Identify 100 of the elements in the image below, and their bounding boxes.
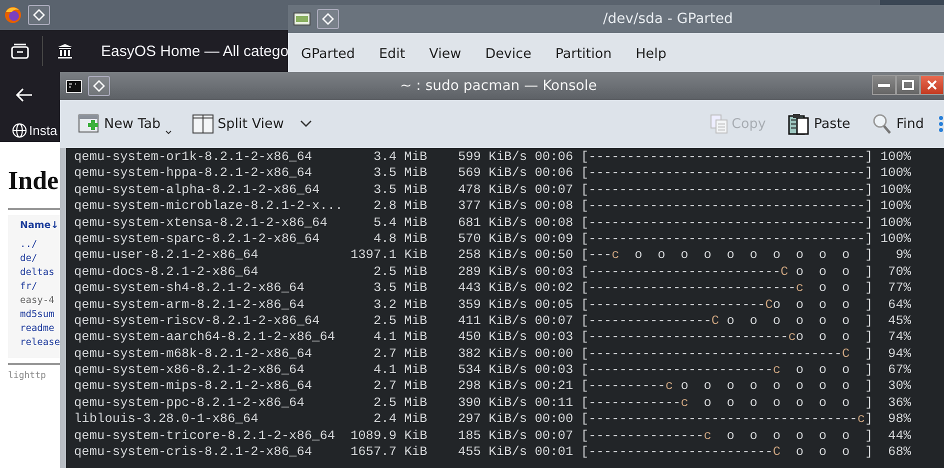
file-link[interactable]: ../ — [20, 238, 38, 252]
file-link[interactable]: md5sum — [20, 308, 54, 322]
progress-text: [------------------------------------] — [580, 214, 873, 230]
museum-icon — [57, 43, 73, 59]
percent-complete: 77% — [888, 280, 912, 296]
maximize-button[interactable] — [896, 75, 920, 95]
terminal-icon — [66, 80, 82, 92]
percent-complete: 70% — [888, 264, 912, 279]
time-left: 00:21 — [534, 378, 574, 394]
percent-complete: 74% — [888, 329, 912, 344]
progress-text: [--------------------------co o o ] — [580, 329, 873, 344]
window-menu-button[interactable] — [317, 9, 339, 29]
percent-complete: 100% — [880, 230, 912, 246]
download-size: 2.7 MiB — [373, 346, 428, 361]
split-view-icon — [192, 114, 214, 134]
download-size: 4.8 MiB — [373, 230, 428, 246]
time-left: 00:07 — [534, 182, 574, 197]
percent-complete: 36% — [888, 394, 912, 410]
download-size: 2.5 MiB — [373, 394, 428, 410]
window-menu-button[interactable] — [28, 5, 50, 25]
time-left: 00:08 — [534, 198, 574, 214]
download-size: 3.4 MiB — [373, 149, 428, 164]
diamond-icon — [33, 9, 45, 21]
download-speed: 289 KiB/s — [458, 264, 528, 279]
window-title: ~ : sudo pacman — Konsole — [400, 78, 597, 94]
download-speed: 390 KiB/s — [458, 394, 528, 410]
time-left: 00:07 — [534, 428, 574, 443]
progress-text: [---------------------------c o o ] — [580, 280, 873, 296]
progress-text: [---------------c o o o o o o ] — [580, 428, 873, 443]
menu-icon[interactable] — [938, 115, 944, 133]
menu-item[interactable]: Edit — [379, 46, 406, 62]
progress-text: [----------c o o o o o o o o ] — [580, 378, 873, 394]
time-left: 00:03 — [534, 264, 574, 279]
file-link[interactable]: fr/ — [20, 280, 38, 294]
package-name: qemu-system-hppa-8.2.1-2-x86_64 — [74, 165, 312, 180]
file-link[interactable]: release — [20, 336, 60, 350]
new-tab-icon — [78, 113, 100, 135]
download-speed: 450 KiB/s — [458, 329, 528, 344]
menu-item[interactable]: View — [429, 46, 462, 62]
download-size: 5.4 MiB — [373, 214, 428, 230]
download-size: 1089.9 KiB — [350, 428, 428, 443]
package-name: qemu-system-x86-8.2.1-2-x86_64 — [74, 362, 304, 378]
download-size: 4.1 MiB — [373, 329, 428, 344]
download-speed: 185 KiB/s — [458, 428, 528, 443]
menu-item[interactable]: GParted — [301, 46, 355, 62]
copy-icon — [710, 114, 728, 134]
package-name: qemu-system-riscv-8.2.1-2-x86_64 — [74, 312, 320, 328]
toolbar-button[interactable]: New Tab — [76, 109, 174, 139]
tab-title[interactable]: EasyOS Home — All catego — [101, 42, 289, 60]
download-size: 2.4 MiB — [373, 411, 428, 426]
menu-item[interactable]: Partition — [555, 46, 612, 62]
package-name: qemu-system-or1k-8.2.1-2-x86_64 — [74, 149, 312, 164]
percent-complete: 44% — [888, 428, 912, 443]
package-name: qemu-system-sparc-8.2.1-2-x86_64 — [74, 230, 320, 246]
caret-icon — [164, 130, 172, 135]
diamond-icon — [93, 80, 105, 92]
window-menu-button[interactable] — [88, 76, 110, 96]
file-link[interactable]: readme — [20, 322, 54, 336]
time-left: 00:02 — [534, 280, 574, 296]
toolbar-button[interactable]: Find — [870, 109, 926, 139]
percent-complete: 100% — [880, 149, 912, 164]
menu-item[interactable]: Help — [636, 46, 666, 62]
toolbar-button[interactable]: Split View — [190, 110, 314, 138]
column-header[interactable]: Name↓ — [20, 219, 59, 233]
bookmark-item[interactable]: Insta — [29, 122, 58, 138]
progress-text: [------------------------C o o o ] — [580, 444, 873, 460]
close-button[interactable] — [920, 75, 944, 95]
download-speed: 359 KiB/s — [458, 296, 528, 312]
tab-overview-icon[interactable] — [11, 43, 29, 59]
download-size: 4.1 MiB — [373, 362, 428, 378]
minimize-button[interactable] — [872, 75, 896, 95]
progress-text: [------------------------------------] — [580, 230, 873, 246]
toolbar-button[interactable]: Paste — [786, 109, 852, 139]
menu-item[interactable]: Device — [485, 46, 532, 62]
percent-complete: 100% — [880, 214, 912, 230]
package-name: qemu-system-mips-8.2.1-2-x86_64 — [74, 378, 312, 394]
file-link[interactable]: de/ — [20, 252, 38, 266]
download-size: 2.5 MiB — [373, 264, 428, 279]
time-left: 00:08 — [534, 214, 574, 230]
percent-complete: 45% — [888, 312, 912, 328]
window-title: /dev/sda - GParted — [603, 11, 733, 27]
package-name: qemu-docs-8.2.1-2-x86_64 — [74, 264, 258, 279]
time-left: 00:09 — [534, 230, 574, 246]
page-heading: Inde — [8, 165, 59, 197]
download-size: 3.5 MiB — [373, 280, 428, 296]
diamond-icon — [322, 13, 334, 25]
time-left: 00:50 — [534, 247, 574, 262]
package-name: qemu-system-sh4-8.2.1-2-x86_64 — [74, 280, 304, 296]
time-left: 00:05 — [534, 296, 574, 312]
download-speed: 599 KiB/s — [458, 149, 528, 164]
percent-complete: 9% — [896, 247, 912, 262]
download-speed: 297 KiB/s — [458, 411, 528, 426]
download-size: 3.5 MiB — [373, 165, 428, 180]
progress-text: [-------------------------C o o o ] — [580, 264, 873, 279]
progress-text: [------------------------c o o o ] — [580, 362, 873, 378]
file-link[interactable]: deltas — [20, 266, 54, 280]
time-left: 00:01 — [534, 444, 574, 460]
percent-complete: 100% — [880, 198, 912, 214]
package-name: qemu-system-tricore-8.2.1-2-x86_64 — [74, 428, 336, 443]
back-arrow-icon[interactable] — [15, 87, 33, 103]
